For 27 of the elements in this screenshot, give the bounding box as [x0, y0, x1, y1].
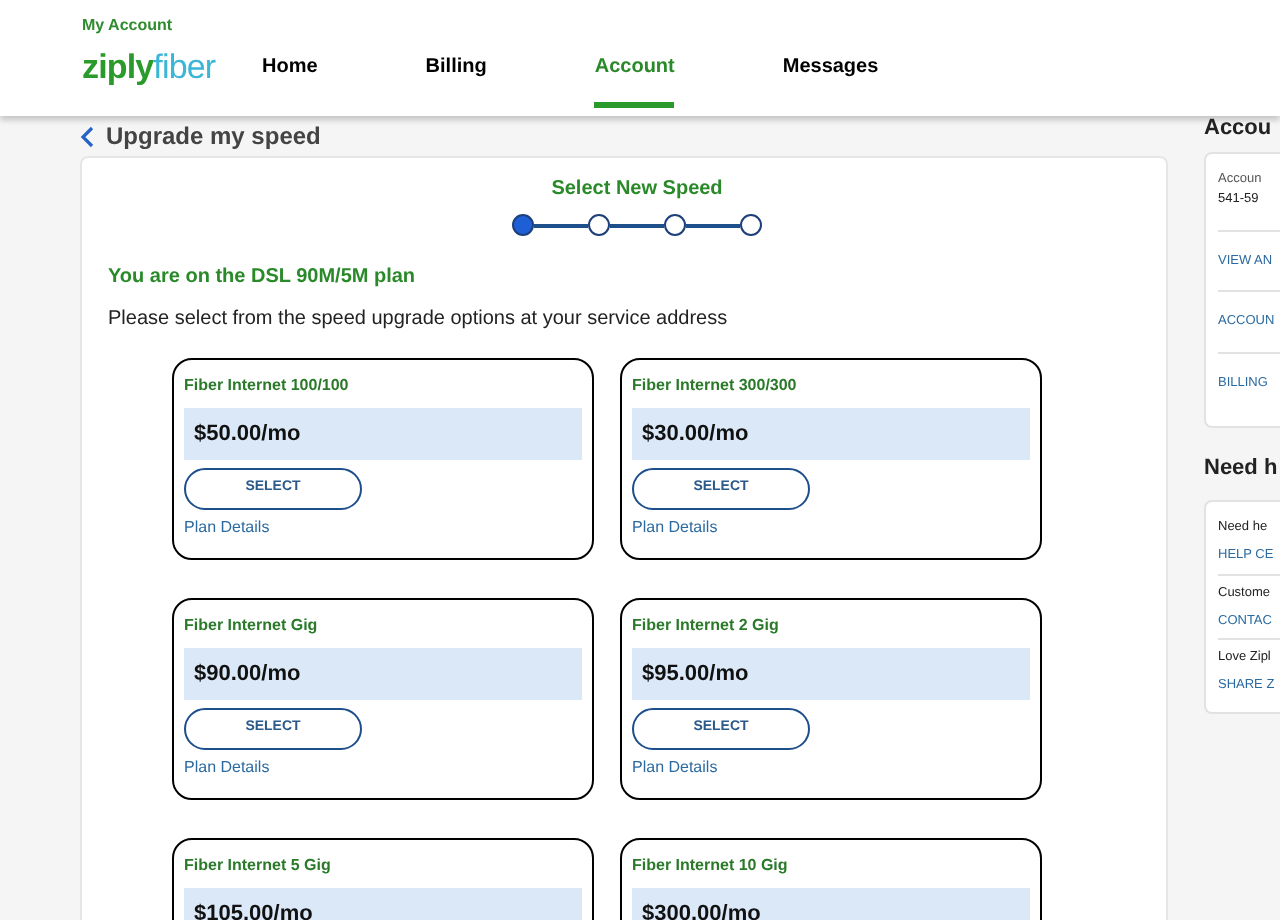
- plan-price: $95.00/mo: [642, 659, 749, 690]
- instructions: Please select from the speed upgrade options at your service address: [108, 306, 730, 334]
- plan-name: Fiber Internet 2 Gig: [632, 614, 781, 638]
- section-label: My Account: [82, 18, 175, 34]
- nav-tab[interactable]: Home: [262, 52, 318, 108]
- plan-name: Fiber Internet Gig: [184, 614, 320, 638]
- page-title: Upgrade my speed: [106, 120, 321, 154]
- sidebar-heading: Need h: [1204, 453, 1280, 484]
- plan-name: Fiber Internet 300/300: [632, 374, 799, 398]
- plan-name: Fiber Internet 5 Gig: [184, 854, 333, 878]
- sidebar-heading: Accou: [1204, 118, 1274, 140]
- plan-details-link[interactable]: Plan Details: [184, 756, 582, 780]
- nav-tab[interactable]: Messages: [782, 52, 879, 108]
- plan-price: $50.00/mo: [194, 419, 301, 450]
- plan-name: Fiber Internet 10 Gig: [632, 854, 790, 878]
- stepper-title: Select New Speed: [551, 176, 723, 204]
- logo[interactable]: ziplyfiber: [82, 50, 262, 84]
- plan-details-link[interactable]: Plan Details: [632, 756, 1030, 780]
- current-plan: You are on the DSL 90M/5M plan: [108, 264, 418, 292]
- plan-price: $90.00/mo: [194, 659, 301, 690]
- back-icon[interactable]: [80, 125, 94, 147]
- nav-tab[interactable]: Billing: [425, 52, 487, 108]
- plan-price: $30.00/mo: [642, 419, 749, 450]
- plan-name: Fiber Internet 100/100: [184, 374, 351, 398]
- nav-tab[interactable]: Account: [594, 52, 675, 108]
- plan-details-link[interactable]: Plan Details: [632, 516, 1030, 540]
- plan-details-link[interactable]: Plan Details: [184, 516, 582, 540]
